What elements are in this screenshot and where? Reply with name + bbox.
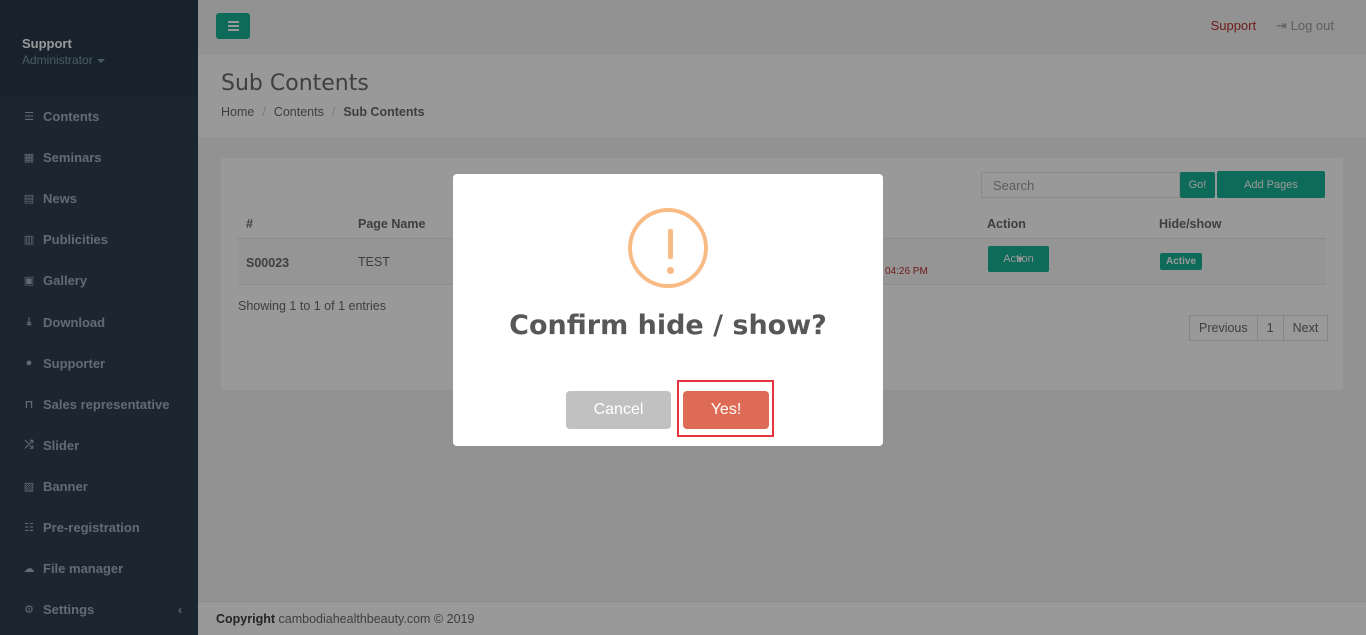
dialog-title: Confirm hide / show? (509, 310, 827, 341)
confirm-yes-button[interactable]: Yes! (683, 391, 769, 429)
confirm-dialog: Confirm hide / show? Cancel Yes! (453, 174, 883, 446)
warning-icon (628, 208, 708, 288)
cancel-button[interactable]: Cancel (566, 391, 671, 429)
